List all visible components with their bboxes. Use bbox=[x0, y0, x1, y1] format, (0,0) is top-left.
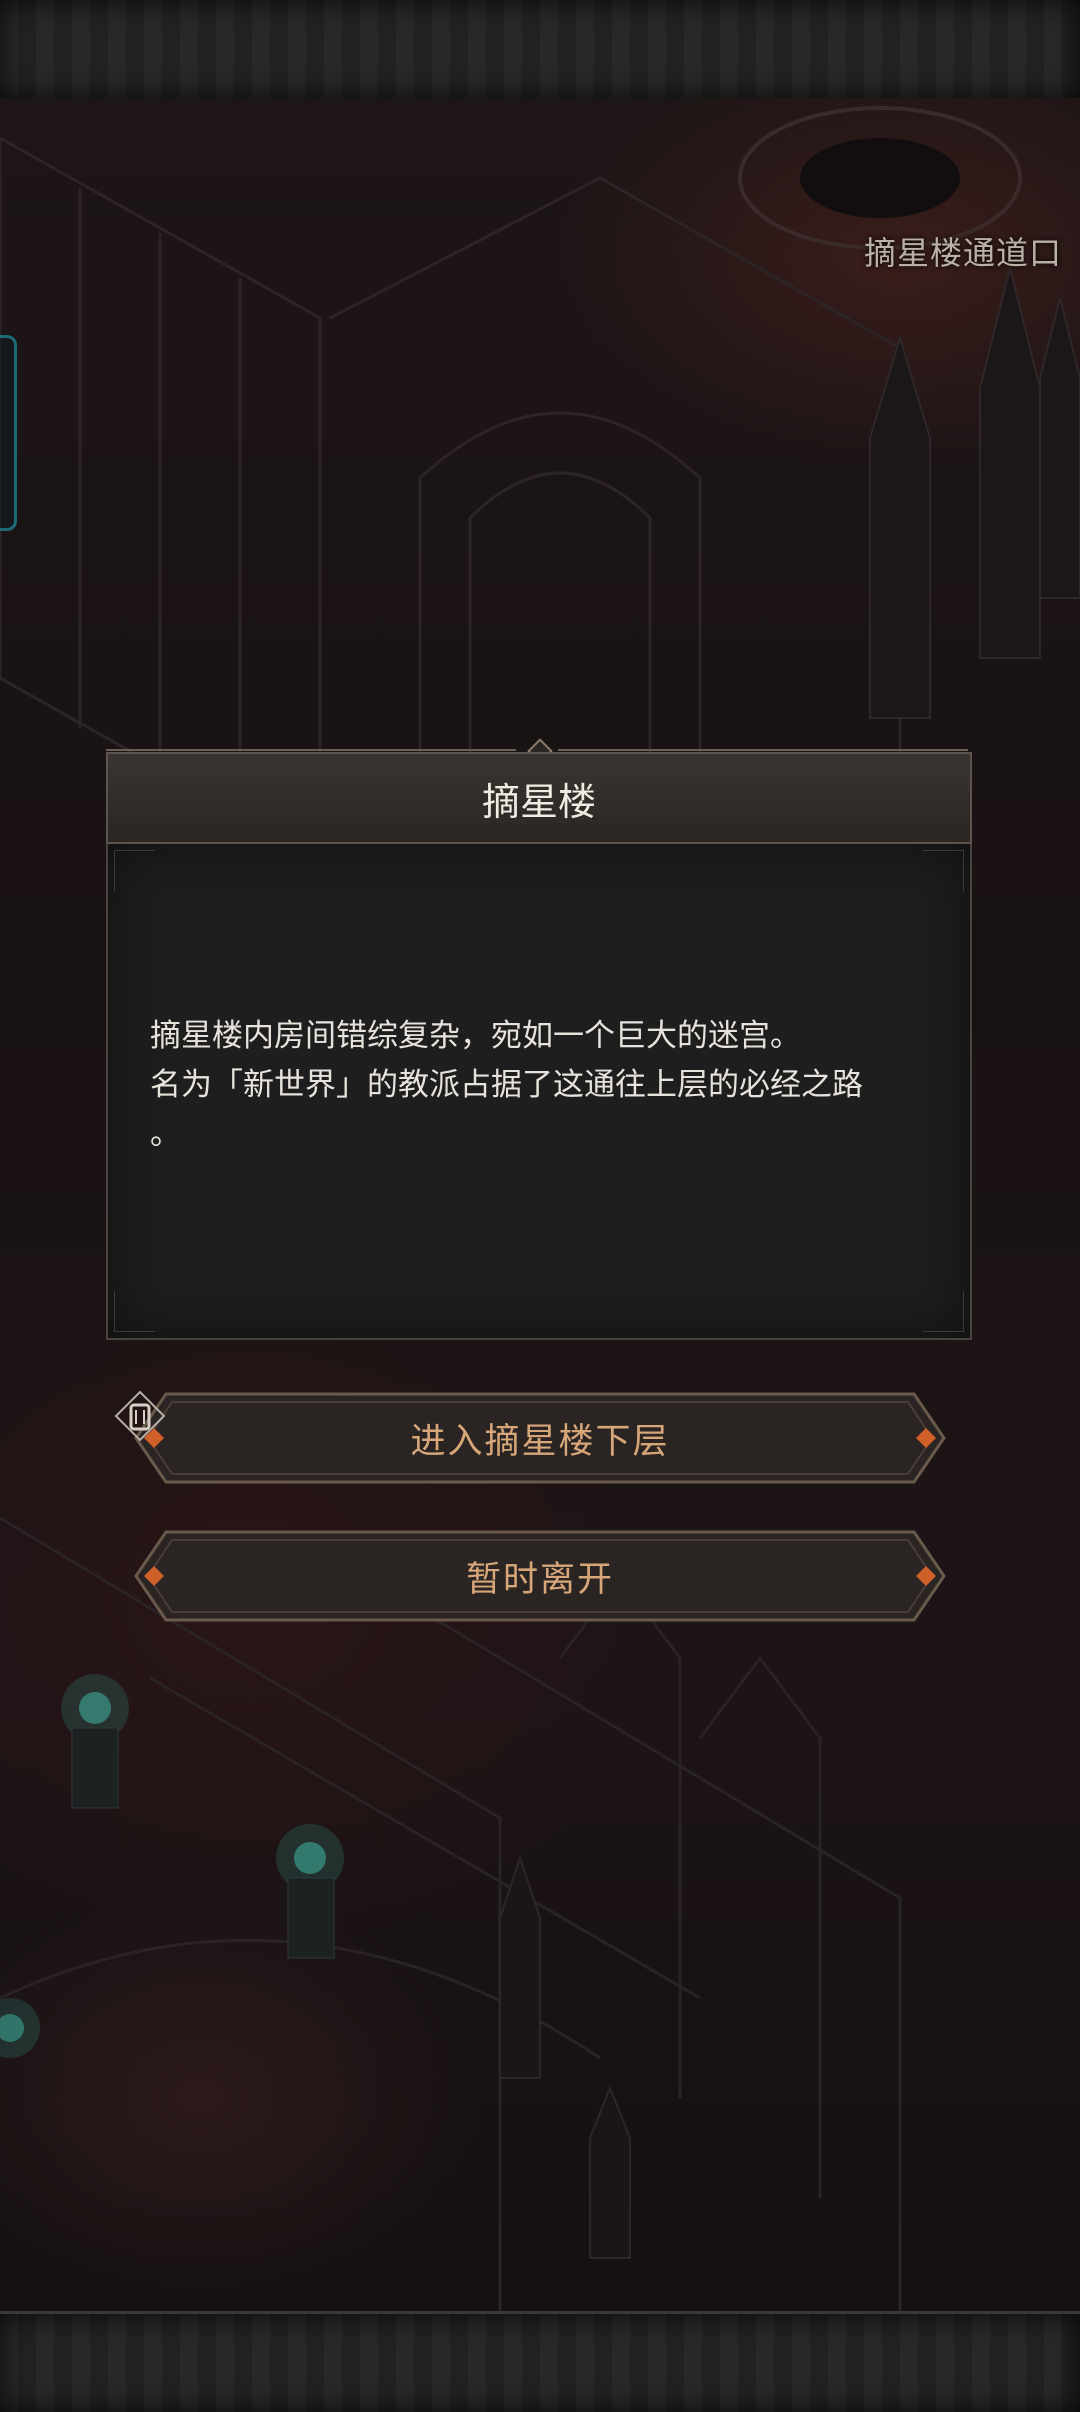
location-label: 摘星楼通道口 bbox=[863, 234, 1062, 272]
corner-ornament bbox=[923, 850, 964, 891]
corner-ornament bbox=[923, 1291, 964, 1332]
corner-ornament bbox=[114, 1291, 155, 1332]
location-dialog: 摘星楼 摘星楼内房间错综复杂，宛如一个巨大的迷宫。 名为「新世界」的教派占据了这… bbox=[106, 738, 972, 1340]
dialog-title: 摘星楼 bbox=[106, 752, 972, 844]
enter-button-label: 进入摘星楼下层 bbox=[410, 1421, 670, 1462]
side-panel-tab[interactable] bbox=[0, 335, 17, 531]
leave-button[interactable]: 暂时离开 bbox=[114, 1528, 966, 1624]
bottom-frame-bar bbox=[0, 2311, 1080, 2412]
enter-lower-floor-button[interactable]: 进入摘星楼下层 bbox=[114, 1390, 966, 1486]
header-divider-left bbox=[106, 749, 516, 751]
dialog-description: 摘星楼内房间错综复杂，宛如一个巨大的迷宫。 名为「新世界」的教派占据了这通往上层… bbox=[150, 1012, 950, 1159]
leave-button-label: 暂时离开 bbox=[465, 1559, 614, 1600]
dialog-body: 摘星楼内房间错综复杂，宛如一个巨大的迷宫。 名为「新世界」的教派占据了这通往上层… bbox=[106, 844, 972, 1340]
corner-ornament bbox=[114, 850, 155, 891]
top-frame-bar bbox=[0, 0, 1080, 101]
header-divider-right bbox=[558, 749, 968, 751]
description-line: 摘星楼内房间错综复杂，宛如一个巨大的迷宫。 bbox=[150, 1018, 801, 1054]
description-line: 名为「新世界」的教派占据了这通往上层的必经之路 bbox=[150, 1067, 863, 1103]
description-line: 。 bbox=[150, 1116, 181, 1152]
